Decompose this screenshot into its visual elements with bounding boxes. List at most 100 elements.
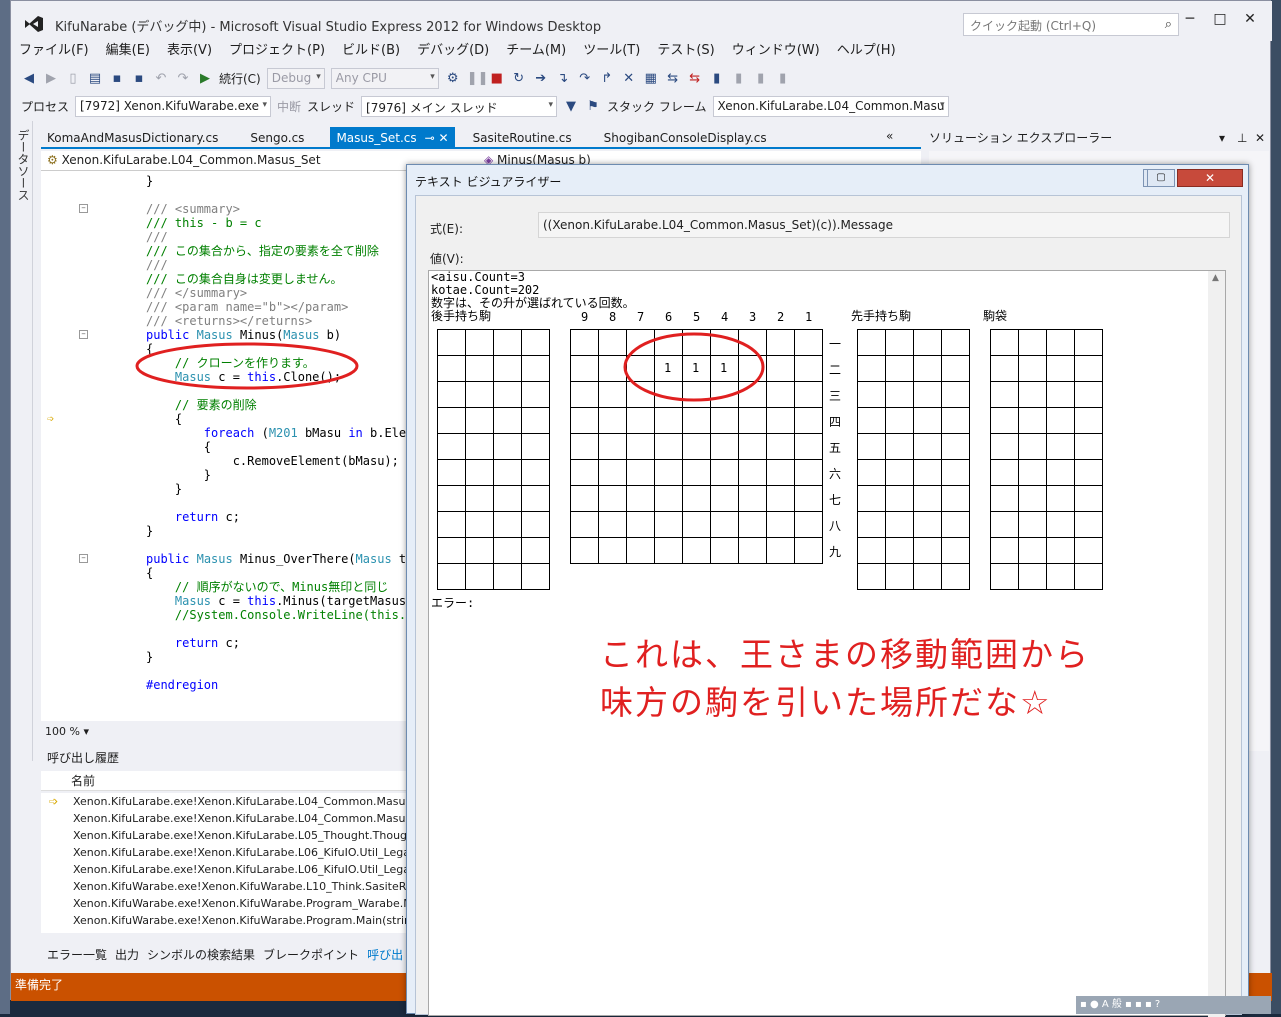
expression-field[interactable]: ((Xenon.KifuLarabe.L04_Common.Masus_Set)… (538, 212, 1230, 238)
call-stack-row-label: Xenon.KifuLarabe.exe!Xenon.KifuLarabe.L0… (73, 846, 413, 859)
maximize-button[interactable]: ▢ (1147, 169, 1175, 187)
menu-item-7[interactable]: ツール(T) (583, 41, 640, 63)
menu-item-2[interactable]: 表示(V) (167, 41, 212, 63)
menu-item-8[interactable]: テスト(S) (657, 41, 714, 63)
step-out-icon[interactable]: ↱ (599, 71, 615, 86)
zoom-select[interactable]: 100 % ▾ (41, 723, 413, 741)
menu-item-9[interactable]: ウィンドウ(W) (732, 41, 820, 63)
next-bookmark-icon[interactable]: ▮ (731, 71, 747, 86)
suspend-button[interactable]: 中断 (277, 98, 301, 115)
breakpoint-window-icon[interactable]: ▦ (643, 71, 659, 86)
tab-overflow-icon[interactable]: « (886, 129, 893, 143)
call-stack-row-label: Xenon.KifuLarabe.exe!Xenon.KifuLarabe.L0… (73, 863, 413, 876)
call-stack-row-label: Xenon.KifuLarabe.exe!Xenon.KifuLarabe.L0… (73, 795, 413, 808)
maximize-button[interactable]: □ (1205, 11, 1235, 27)
collapse-toggle[interactable]: − (79, 330, 88, 339)
save-icon[interactable]: ▪ (109, 71, 125, 86)
save-all-icon[interactable]: ▪ (131, 71, 147, 86)
menu-item-4[interactable]: ビルド(B) (342, 41, 400, 63)
menu-item-3[interactable]: プロジェクト(P) (229, 41, 325, 63)
call-stack-row[interactable]: Xenon.KifuLarabe.exe!Xenon.KifuLarabe.L0… (41, 810, 413, 827)
attach-icon[interactable]: ⚙ (445, 71, 461, 86)
dialog-close-button[interactable]: ✕ (1177, 169, 1243, 187)
menu-item-5[interactable]: デバッグ(D) (417, 41, 489, 63)
collapse-toggle[interactable]: − (79, 554, 88, 563)
pin-icon[interactable]: ⊥ (1237, 127, 1247, 149)
filter-icon[interactable]: ▼ (563, 99, 579, 114)
menu-item-10[interactable]: ヘルプ(H) (837, 41, 896, 63)
code-line: public Masus Minus(Masus b) (146, 328, 342, 342)
flag-icon[interactable]: ⚑ (585, 99, 601, 114)
column-label: 8 (609, 310, 617, 324)
data-sources-strip[interactable]: データソース (11, 121, 33, 761)
comment-icon[interactable]: ⇆ (665, 71, 681, 86)
call-stack-name-column[interactable]: 名前 (41, 771, 413, 791)
tab-0[interactable]: KomaAndMasusDictionary.cs (41, 127, 224, 147)
close-button[interactable]: ✕ (1235, 11, 1265, 27)
configuration-select[interactable]: Debug ▾ (266, 67, 325, 89)
bottom-tab-4[interactable]: 呼び出 (367, 945, 403, 965)
menu-item-1[interactable]: 編集(E) (106, 41, 150, 63)
solution-explorer-header: ソリューション エクスプローラー ▾ ⊥ ✕ (929, 127, 1265, 149)
row-label: 四 (829, 415, 842, 429)
prev-bookmark-icon[interactable]: ▮ (753, 71, 769, 86)
bottom-tab-0[interactable]: エラー一覧 (47, 945, 107, 965)
clear-bookmarks-icon[interactable]: ▮ (775, 71, 791, 86)
tab-label: SasiteRoutine.cs (472, 131, 572, 145)
quick-launch-input[interactable]: クイック起動 (Ctrl+Q) ⌕ (963, 13, 1179, 36)
bottom-tab-2[interactable]: シンボルの検索結果 (147, 945, 255, 965)
board-cell-count: 1 (692, 361, 700, 375)
tab-1[interactable]: Sengo.cs (244, 127, 310, 147)
bottom-tab-3[interactable]: ブレークポイント (263, 945, 359, 965)
show-next-statement-icon[interactable]: ➔ (533, 71, 549, 86)
platform-select[interactable]: Any CPU ▾ (330, 67, 439, 89)
scroll-up-icon[interactable]: ▲ (1212, 273, 1219, 283)
column-label: 2 (777, 310, 785, 324)
pause-icon[interactable]: ❚❚ (467, 71, 489, 86)
back-icon[interactable]: ◀ (21, 71, 37, 86)
undo-icon[interactable]: ↶ (153, 71, 169, 86)
call-stack-row[interactable]: Xenon.KifuLarabe.exe!Xenon.KifuLarabe.L0… (41, 844, 413, 861)
menu-item-0[interactable]: ファイル(F) (19, 41, 89, 63)
minimize-button[interactable]: ─ (1175, 11, 1205, 27)
restart-icon[interactable]: ↻ (511, 71, 527, 86)
call-stack-row[interactable]: Xenon.KifuLarabe.exe!Xenon.KifuLarabe.L0… (41, 827, 413, 844)
call-stack-row[interactable]: Xenon.KifuLarabe.exe!Xenon.KifuLarabe.L0… (41, 861, 413, 878)
stop-icon[interactable]: ■ (489, 71, 505, 86)
call-stack-row[interactable]: Xenon.KifuWarabe.exe!Xenon.KifuWarabe.Pr… (41, 895, 413, 912)
tab-3[interactable]: SasiteRoutine.cs (467, 127, 578, 147)
tab-2[interactable]: Masus_Set.cs ⊸ ✕ (330, 127, 455, 147)
text-visualizer-dialog: テキスト ビジュアライザー ─ ✕ ▢ 式(E): ((Xenon.KifuLa… (406, 164, 1249, 1017)
bookmark-icon[interactable]: ▮ (709, 71, 725, 86)
continue-button[interactable]: 続行(C) (219, 70, 261, 87)
menu-item-6[interactable]: チーム(M) (506, 41, 566, 63)
redo-icon[interactable]: ↷ (175, 71, 191, 86)
piece-bag-label: 駒袋 (983, 309, 1008, 323)
code-line: // 要素の削除 (146, 398, 257, 412)
play-icon[interactable]: ▶ (197, 71, 213, 86)
platform-value: Any CPU (335, 70, 387, 85)
step-into-icon[interactable]: ↴ (555, 71, 571, 86)
stack-frame-select[interactable]: Xenon.KifuLarabe.L04_Common.Masu ▾ (712, 95, 949, 117)
call-stack-row[interactable]: Xenon.KifuWarabe.exe!Xenon.KifuWarabe.L1… (41, 878, 413, 895)
open-icon[interactable]: ▤ (87, 71, 103, 86)
code-editor[interactable]: ➩ }/// <summary> −/// this - b = c////// … (41, 171, 428, 721)
process-select[interactable]: [7972] Xenon.KifuWarabe.exe ▾ (75, 95, 272, 117)
bottom-tab-1[interactable]: 出力 (115, 945, 139, 965)
close-icon[interactable]: ⊸ ✕ (425, 131, 449, 145)
vertical-scrollbar[interactable]: ▲ (1208, 271, 1225, 1017)
uncomment-icon[interactable]: ⇆ (687, 71, 703, 86)
forward-icon[interactable]: ▶ (43, 71, 59, 86)
code-line: c.RemoveElement(bMasu); (146, 454, 399, 468)
close-icon[interactable]: ✕ (1255, 127, 1265, 149)
call-stack-row[interactable]: Xenon.KifuWarabe.exe!Xenon.KifuWarabe.Pr… (41, 912, 413, 929)
board-cell-count: 1 (720, 361, 728, 375)
tab-4[interactable]: ShogibanConsoleDisplay.cs (598, 127, 773, 147)
call-stack-row[interactable]: ➩ Xenon.KifuLarabe.exe!Xenon.KifuLarabe.L… (41, 793, 413, 810)
collapse-toggle[interactable]: − (79, 204, 88, 213)
chevron-down-icon[interactable]: ▾ (1219, 127, 1225, 149)
new-file-icon[interactable]: ▯ (65, 71, 81, 86)
step-over-icon[interactable]: ↷ (577, 71, 593, 86)
hex-display-icon[interactable]: ✕ (621, 71, 637, 86)
thread-select[interactable]: [7976] メイン スレッド ▾ (361, 95, 558, 117)
